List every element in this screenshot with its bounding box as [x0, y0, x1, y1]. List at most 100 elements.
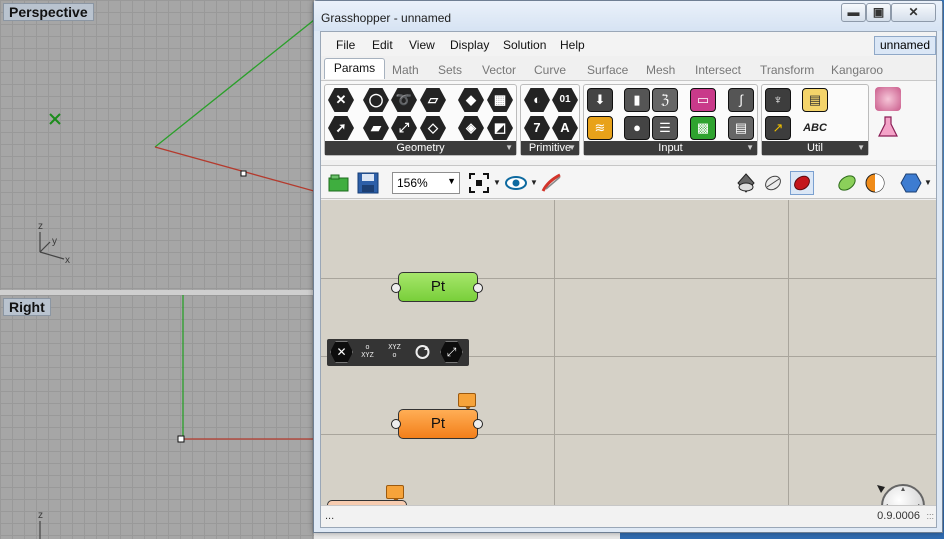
- chevron-down-icon[interactable]: ▼: [493, 178, 501, 187]
- data-tree-icon[interactable]: ♆: [765, 88, 791, 112]
- plane-param-icon[interactable]: ▰: [363, 116, 389, 140]
- save-file-icon[interactable]: [356, 171, 380, 195]
- box-param-icon[interactable]: ◆: [458, 88, 484, 112]
- text-param-icon[interactable]: A: [552, 116, 578, 140]
- tab-mesh[interactable]: Mesh: [646, 63, 675, 77]
- image-sampler-icon[interactable]: ▩: [690, 116, 716, 140]
- menu-help[interactable]: Help: [560, 38, 585, 52]
- preview-shaded-icon[interactable]: [734, 171, 758, 195]
- document-settings-icon[interactable]: [899, 171, 923, 195]
- geometry-param-icon[interactable]: ◩: [487, 116, 513, 140]
- zoom-extents-icon[interactable]: [467, 171, 491, 195]
- compass-pin-icon[interactable]: [876, 483, 886, 493]
- material-sphere-icon[interactable]: [863, 171, 887, 195]
- minimize-button[interactable]: ▬: [841, 3, 866, 22]
- flask-icon[interactable]: [875, 115, 901, 139]
- circle-param-icon[interactable]: ◯: [363, 88, 389, 112]
- input-grip[interactable]: [391, 419, 401, 429]
- warning-balloon-icon[interactable]: [386, 485, 404, 503]
- mesh-param-icon[interactable]: ▦: [487, 88, 513, 112]
- text-tag-icon[interactable]: ABC: [802, 116, 828, 140]
- menu-file[interactable]: File: [336, 38, 355, 52]
- line-radial-icon[interactable]: ⤢: [440, 341, 463, 363]
- menu-display[interactable]: Display: [450, 38, 489, 52]
- quick-graph-icon[interactable]: ↗: [765, 116, 791, 140]
- point-radial-icon[interactable]: ✕: [330, 341, 353, 363]
- tab-transform[interactable]: Transform: [760, 63, 814, 77]
- panel-expand-icon: ▼: [568, 143, 576, 152]
- number-slider-icon[interactable]: ⬇: [587, 88, 613, 112]
- point-param-component-warning[interactable]: Pt: [398, 409, 478, 439]
- tab-sets[interactable]: Sets: [438, 63, 462, 77]
- tab-surface[interactable]: Surface: [587, 63, 628, 77]
- chevron-down-icon: ▼: [447, 176, 456, 186]
- button-icon[interactable]: ●: [624, 116, 650, 140]
- preview-selected-icon[interactable]: [790, 171, 814, 195]
- rectangle-param-icon[interactable]: ◇: [420, 116, 446, 140]
- tab-math[interactable]: Math: [392, 63, 419, 77]
- integer-param-icon[interactable]: 01: [552, 88, 578, 112]
- warning-balloon-icon[interactable]: [458, 393, 476, 411]
- sketch-pen-icon[interactable]: [540, 171, 564, 195]
- panel-footer-util[interactable]: Util ▼: [762, 141, 868, 155]
- tab-params[interactable]: Params: [324, 58, 385, 79]
- perspective-viewport[interactable]: z y x Perspective: [0, 0, 314, 290]
- menu-view[interactable]: View: [409, 38, 435, 52]
- grasshopper-window: Grasshopper - unnamed ▬ ▣ ✕ File Edit Vi…: [313, 0, 943, 533]
- brep-param-icon[interactable]: ◈: [458, 116, 484, 140]
- legend-icon[interactable]: ▤: [802, 88, 828, 112]
- close-button[interactable]: ✕: [891, 3, 936, 22]
- preview-eye-icon[interactable]: [504, 171, 528, 195]
- zoom-dropdown[interactable]: 156% ▼: [392, 172, 460, 194]
- line-param-icon[interactable]: ⤢: [391, 116, 417, 140]
- panel-footer-geometry[interactable]: Geometry ▼: [325, 141, 516, 155]
- navigation-compass[interactable]: [881, 484, 925, 507]
- boolean-toggle-icon[interactable]: ▮: [624, 88, 650, 112]
- maximize-button[interactable]: ▣: [866, 3, 891, 22]
- menu-solution[interactable]: Solution: [503, 38, 546, 52]
- tab-curve[interactable]: Curve: [534, 63, 566, 77]
- panel-footer-input[interactable]: Input ▼: [584, 141, 757, 155]
- point-param-icon[interactable]: ✕: [328, 88, 354, 112]
- title-bar[interactable]: Grasshopper - unnamed ▬ ▣ ✕: [314, 1, 942, 31]
- panel-input-icon[interactable]: ▤: [728, 116, 754, 140]
- input-grip[interactable]: [391, 283, 401, 293]
- chevron-down-icon[interactable]: ▼: [530, 178, 538, 187]
- curve-param-icon[interactable]: ➰: [391, 88, 417, 112]
- chevron-down-icon[interactable]: ▼: [924, 178, 932, 187]
- preview-wireframe-icon[interactable]: [761, 171, 785, 195]
- resize-grip-icon[interactable]: :::: [926, 511, 934, 521]
- viewport-label-perspective[interactable]: Perspective: [3, 3, 94, 21]
- grid-line-vertical: [788, 200, 789, 507]
- md-slider-icon[interactable]: ≋: [587, 116, 613, 140]
- preview-mesh-icon[interactable]: [835, 171, 859, 195]
- menu-edit[interactable]: Edit: [372, 38, 393, 52]
- refresh-icon[interactable]: [411, 341, 434, 363]
- colour-swatch-icon[interactable]: ▭: [690, 88, 716, 112]
- surface-param-icon[interactable]: ▱: [420, 88, 446, 112]
- custom-preview-icon[interactable]: [875, 87, 901, 111]
- point-xyz-icon[interactable]: o XYZ: [356, 341, 379, 363]
- deconstruct-point-icon[interactable]: XYZ o: [383, 341, 406, 363]
- gradient-icon[interactable]: ℨ: [652, 88, 678, 112]
- boolean-param-icon[interactable]: ◐: [524, 88, 550, 112]
- tab-intersect[interactable]: Intersect: [695, 63, 741, 77]
- output-grip[interactable]: [473, 419, 483, 429]
- document-name-button[interactable]: unnamed: [874, 36, 936, 55]
- axis-label-z: z: [38, 510, 43, 521]
- number-param-icon[interactable]: 7: [524, 116, 550, 140]
- panel-expand-icon: ▼: [505, 143, 513, 152]
- panel-footer-primitive[interactable]: Primitive ▼: [521, 141, 579, 155]
- tab-kangaroo[interactable]: Kangaroo: [831, 63, 883, 77]
- vector-param-icon[interactable]: ➚: [328, 116, 354, 140]
- tab-vector[interactable]: Vector: [482, 63, 516, 77]
- open-file-icon[interactable]: [327, 171, 351, 195]
- point-param-component[interactable]: Pt: [398, 272, 478, 302]
- graph-mapper-icon[interactable]: ∫: [728, 88, 754, 112]
- grid-line-vertical: [554, 200, 555, 507]
- menu-bar: File Edit View Display Solution Help unn…: [321, 32, 936, 56]
- viewport-label-right[interactable]: Right: [3, 298, 51, 316]
- value-list-icon[interactable]: ☰: [652, 116, 678, 140]
- right-viewport[interactable]: z Right: [0, 295, 314, 539]
- output-grip[interactable]: [473, 283, 483, 293]
